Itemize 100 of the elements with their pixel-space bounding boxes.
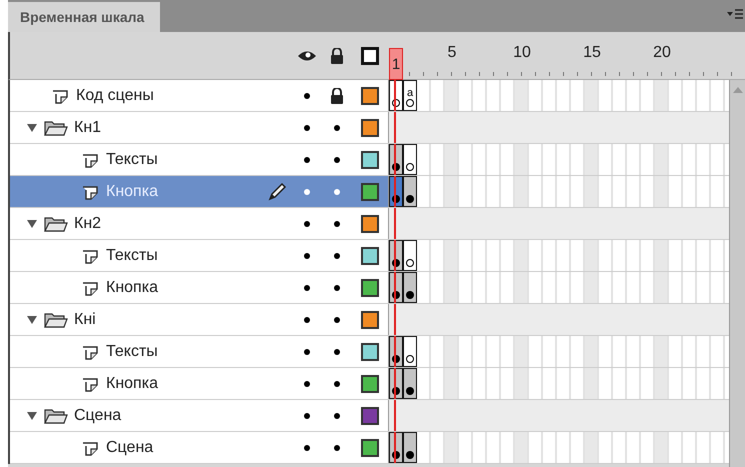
keyframe[interactable] bbox=[403, 432, 417, 463]
frame-cell[interactable] bbox=[585, 240, 599, 271]
outline-color-swatch[interactable] bbox=[361, 406, 379, 424]
expand-triangle-icon[interactable] bbox=[26, 218, 38, 228]
frame-cell[interactable] bbox=[655, 80, 669, 111]
lock-toggle-dot[interactable] bbox=[334, 124, 340, 130]
frame-cell[interactable] bbox=[445, 144, 459, 175]
visibility-dot[interactable] bbox=[304, 124, 310, 130]
frame-cell[interactable] bbox=[445, 80, 459, 111]
lock-toggle-dot[interactable] bbox=[334, 316, 340, 322]
keyframe[interactable] bbox=[403, 272, 417, 303]
frame-cell[interactable] bbox=[445, 240, 459, 271]
frame-cell[interactable] bbox=[655, 432, 669, 463]
lock-toggle-dot[interactable] bbox=[334, 220, 340, 226]
lock-toggle-dot[interactable] bbox=[334, 444, 340, 450]
visibility-dot[interactable] bbox=[304, 220, 310, 226]
keyframe[interactable] bbox=[389, 240, 403, 271]
frame-cell[interactable] bbox=[585, 80, 599, 111]
frame-cell[interactable] bbox=[585, 176, 599, 207]
lock-toggle-dot[interactable] bbox=[334, 252, 340, 258]
frame-cell[interactable] bbox=[515, 432, 529, 463]
visibility-dot[interactable] bbox=[304, 412, 310, 418]
lock-icon[interactable] bbox=[330, 48, 344, 64]
frame-cell[interactable] bbox=[445, 176, 459, 207]
keyframe[interactable]: a bbox=[403, 80, 417, 111]
frame-cell[interactable] bbox=[585, 336, 599, 367]
frame-cell[interactable] bbox=[515, 144, 529, 175]
keyframe[interactable] bbox=[403, 176, 417, 207]
outline-color-swatch[interactable] bbox=[361, 246, 379, 264]
expand-triangle-icon[interactable] bbox=[26, 410, 38, 420]
outline-color-swatch[interactable] bbox=[361, 438, 379, 456]
frame-cell[interactable] bbox=[445, 272, 459, 303]
keyframe[interactable] bbox=[403, 336, 417, 367]
frame-cell[interactable] bbox=[445, 336, 459, 367]
keyframe[interactable] bbox=[389, 368, 403, 399]
panel-menu-icon[interactable] bbox=[727, 8, 743, 20]
frame-cell[interactable] bbox=[515, 272, 529, 303]
frame-cell[interactable] bbox=[655, 272, 669, 303]
keyframe[interactable] bbox=[389, 272, 403, 303]
frame-cell[interactable] bbox=[655, 336, 669, 367]
frame-cell[interactable] bbox=[655, 240, 669, 271]
lock-toggle-dot[interactable] bbox=[334, 412, 340, 418]
frame-cell[interactable] bbox=[585, 144, 599, 175]
outline-color-swatch[interactable] bbox=[361, 342, 379, 360]
keyframe[interactable] bbox=[403, 368, 417, 399]
frame-cell[interactable] bbox=[585, 272, 599, 303]
scroll-up-icon[interactable] bbox=[732, 86, 742, 94]
visibility-dot[interactable] bbox=[304, 252, 310, 258]
keyframe[interactable] bbox=[403, 240, 417, 271]
action-mark: a bbox=[406, 88, 414, 99]
expand-triangle-icon[interactable] bbox=[26, 122, 38, 132]
frame-cell[interactable] bbox=[585, 368, 599, 399]
frame-cell[interactable] bbox=[585, 432, 599, 463]
panel-tab[interactable]: Временная шкала bbox=[8, 2, 160, 32]
keyframe[interactable] bbox=[389, 432, 403, 463]
layer-row[interactable]: Код сцены bbox=[10, 80, 388, 111]
frame-cell[interactable] bbox=[655, 368, 669, 399]
visibility-dot[interactable] bbox=[304, 156, 310, 162]
frame-cell[interactable] bbox=[515, 368, 529, 399]
lock-toggle-dot[interactable] bbox=[334, 156, 340, 162]
lock-toggle-dot[interactable] bbox=[334, 380, 340, 386]
outline-color-swatch[interactable] bbox=[361, 118, 379, 136]
frame-cell[interactable] bbox=[445, 368, 459, 399]
keyframe[interactable] bbox=[389, 144, 403, 175]
keyframe[interactable] bbox=[389, 80, 403, 111]
expand-triangle-icon[interactable] bbox=[26, 314, 38, 324]
frame-cell[interactable] bbox=[515, 176, 529, 207]
frame-cell[interactable] bbox=[445, 432, 459, 463]
visibility-dot[interactable] bbox=[304, 316, 310, 322]
visibility-dot[interactable] bbox=[304, 444, 310, 450]
frame-cell[interactable] bbox=[655, 144, 669, 175]
outline-color-swatch[interactable] bbox=[361, 214, 379, 232]
visibility-dot[interactable] bbox=[304, 284, 310, 290]
layer-name: Кнопка bbox=[106, 278, 158, 296]
layer-icon bbox=[82, 280, 100, 296]
outline-color-swatch[interactable] bbox=[361, 374, 379, 392]
outline-color-swatch[interactable] bbox=[361, 278, 379, 296]
playhead[interactable]: 1 bbox=[389, 48, 403, 80]
eye-icon[interactable] bbox=[297, 50, 317, 62]
visibility-dot[interactable] bbox=[304, 380, 310, 386]
lock-toggle-dot[interactable] bbox=[334, 348, 340, 354]
outline-color-swatch[interactable] bbox=[361, 182, 379, 200]
frame-cell[interactable] bbox=[515, 336, 529, 367]
layer-icon bbox=[82, 152, 100, 168]
visibility-dot[interactable] bbox=[304, 348, 310, 354]
visibility-dot[interactable] bbox=[304, 188, 310, 194]
frame-cell[interactable] bbox=[655, 176, 669, 207]
outline-color-swatch[interactable] bbox=[361, 86, 379, 104]
lock-toggle-dot[interactable] bbox=[334, 284, 340, 290]
outline-color-swatch[interactable] bbox=[361, 310, 379, 328]
visibility-dot[interactable] bbox=[304, 92, 310, 98]
keyframe[interactable] bbox=[403, 144, 417, 175]
lock-toggle-dot[interactable] bbox=[334, 188, 340, 194]
outline-square-icon[interactable] bbox=[361, 46, 379, 64]
frame-cell[interactable] bbox=[515, 80, 529, 111]
keyframe[interactable] bbox=[389, 336, 403, 367]
frame-cell[interactable] bbox=[515, 240, 529, 271]
lock-icon[interactable] bbox=[330, 88, 344, 104]
scrollbar[interactable] bbox=[729, 80, 745, 467]
outline-color-swatch[interactable] bbox=[361, 150, 379, 168]
